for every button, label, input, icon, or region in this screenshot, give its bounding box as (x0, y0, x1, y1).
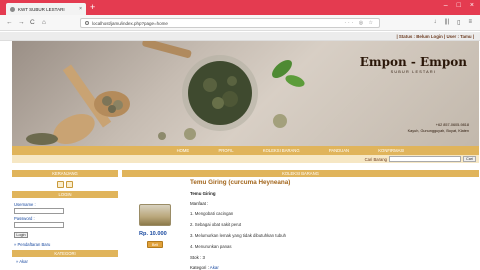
menu-item-panduan[interactable]: PANDUAN (329, 148, 349, 153)
search-button[interactable]: Cari (463, 156, 476, 162)
login-button[interactable]: Login (14, 232, 28, 238)
login-form: Username : Password : Login » Pendaftara… (12, 198, 118, 247)
hero-banner: Empon - Empon SUBUR LESTARI +62 857-0605… (12, 41, 479, 146)
password-input[interactable] (14, 222, 64, 228)
sidebar: KERANJANG LOGIN Username : Password : Lo… (12, 170, 118, 264)
cart-icon[interactable] (66, 180, 73, 188)
menu-item-home[interactable]: HOME (177, 148, 190, 153)
list-item: 3. Melumurkan lemak yang tidak dibutuhka… (190, 233, 287, 238)
browser-tab-bar: KWT SUBUR LESTARI × + – □ × (0, 0, 480, 15)
menu-icon[interactable]: ≡ (468, 19, 472, 26)
favicon-icon (10, 6, 15, 12)
username-label: Username : (14, 202, 36, 207)
login-heading: LOGIN (12, 191, 118, 198)
maximize-button[interactable]: □ (457, 2, 461, 9)
brand-subtitle: SUBUR LESTARI (390, 70, 437, 74)
sidebar-icon[interactable]: ▯ (457, 19, 460, 26)
status-line: | Status : Belum Login | User : Tamu | (0, 32, 480, 41)
toolbar-icons: ↓ ||| ▯ ≡ (433, 19, 472, 26)
window-controls: – □ × (444, 2, 474, 9)
benefits-list: 1. Mengobati cacingan 2. Sebagai obat sa… (190, 211, 286, 255)
category-link[interactable]: Akar (210, 265, 219, 270)
product-image[interactable] (139, 204, 171, 226)
cart-box (12, 177, 118, 191)
new-tab-button[interactable]: + (90, 3, 95, 12)
buy-button[interactable]: Beli (147, 241, 163, 248)
search-bar: Cari Barang Cari (12, 155, 479, 163)
browser-tab[interactable]: KWT SUBUR LESTARI × (6, 3, 86, 15)
url-text[interactable]: localhost/jamu/index.php?page=home (92, 21, 341, 26)
banner-contact: +62 857-0605-9818 Kayuh, Gunungguyah, Bo… (408, 122, 469, 134)
password-label: Password : (14, 216, 35, 221)
close-icon[interactable]: × (79, 6, 82, 12)
url-bar[interactable]: localhost/jamu/index.php?page=home ··· ◎… (80, 18, 380, 28)
menu-item-profil[interactable]: PROFIL (218, 148, 233, 153)
close-window-button[interactable]: × (470, 2, 474, 9)
keranjang-heading: KERANJANG (12, 170, 118, 177)
brand-title: Empon - Empon (359, 55, 467, 69)
minimize-button[interactable]: – (444, 2, 448, 9)
reload-button[interactable]: C (30, 19, 35, 26)
product-price: Rp. 10.000 (139, 231, 167, 237)
username-input[interactable] (14, 208, 64, 214)
search-label: Cari Barang (364, 156, 387, 162)
product-title: Temu Giring (curcuma Heyneana) (190, 179, 291, 186)
search-input[interactable] (389, 156, 461, 162)
info-icon[interactable] (85, 21, 89, 25)
category-item[interactable]: » Akar (12, 257, 118, 264)
list-item: 4. Menurunkan panas (190, 244, 232, 249)
category-info: Kategori : Akar (190, 265, 219, 270)
library-icon[interactable]: ||| (444, 19, 449, 26)
download-icon[interactable]: ↓ (433, 19, 436, 26)
home-button[interactable]: ⌂ (42, 19, 46, 26)
forward-button[interactable]: → (18, 19, 25, 26)
stock-info: Stok : 3 (190, 255, 205, 260)
list-item: 2. Sebagai obat sakit perut (190, 222, 242, 227)
cart-icon[interactable] (57, 180, 64, 188)
address: Kayuh, Gunungguyah, Boyat, Klaten (407, 129, 469, 133)
register-link[interactable]: » Pendaftaran Baru (14, 242, 118, 247)
kategori-heading: KATEGORI (12, 250, 118, 257)
category-label: Kategori : (190, 265, 209, 270)
main-menu: HOME PROFIL KOLEKSI BARANG PANDUAN KONFI… (12, 146, 479, 155)
page-actions[interactable]: ··· ◎ ☆ (344, 20, 375, 26)
main-content: KOLEKSI BARANG Temu Giring (curcuma Heyn… (122, 170, 479, 270)
login-status: | Status : Belum Login | User : Tamu | (396, 34, 474, 39)
brand-logo: Empon - Empon SUBUR LESTARI (360, 55, 467, 74)
back-button[interactable]: ← (6, 19, 13, 26)
browser-navbar: ← → C ⌂ localhost/jamu/index.php?page=ho… (0, 15, 480, 31)
product-subtitle: Temu Giring (190, 191, 216, 196)
tab-title: KWT SUBUR LESTARI (18, 6, 65, 12)
menu-item-koleksi-barang[interactable]: KOLEKSI BARANG (263, 148, 300, 153)
benefits-label: Manfaat : (190, 201, 209, 206)
section-heading: KOLEKSI BARANG (122, 170, 479, 177)
list-item: 1. Mengobati cacingan (190, 211, 234, 216)
menu-item-konfirmasi[interactable]: KONFIRMASI (378, 148, 404, 153)
